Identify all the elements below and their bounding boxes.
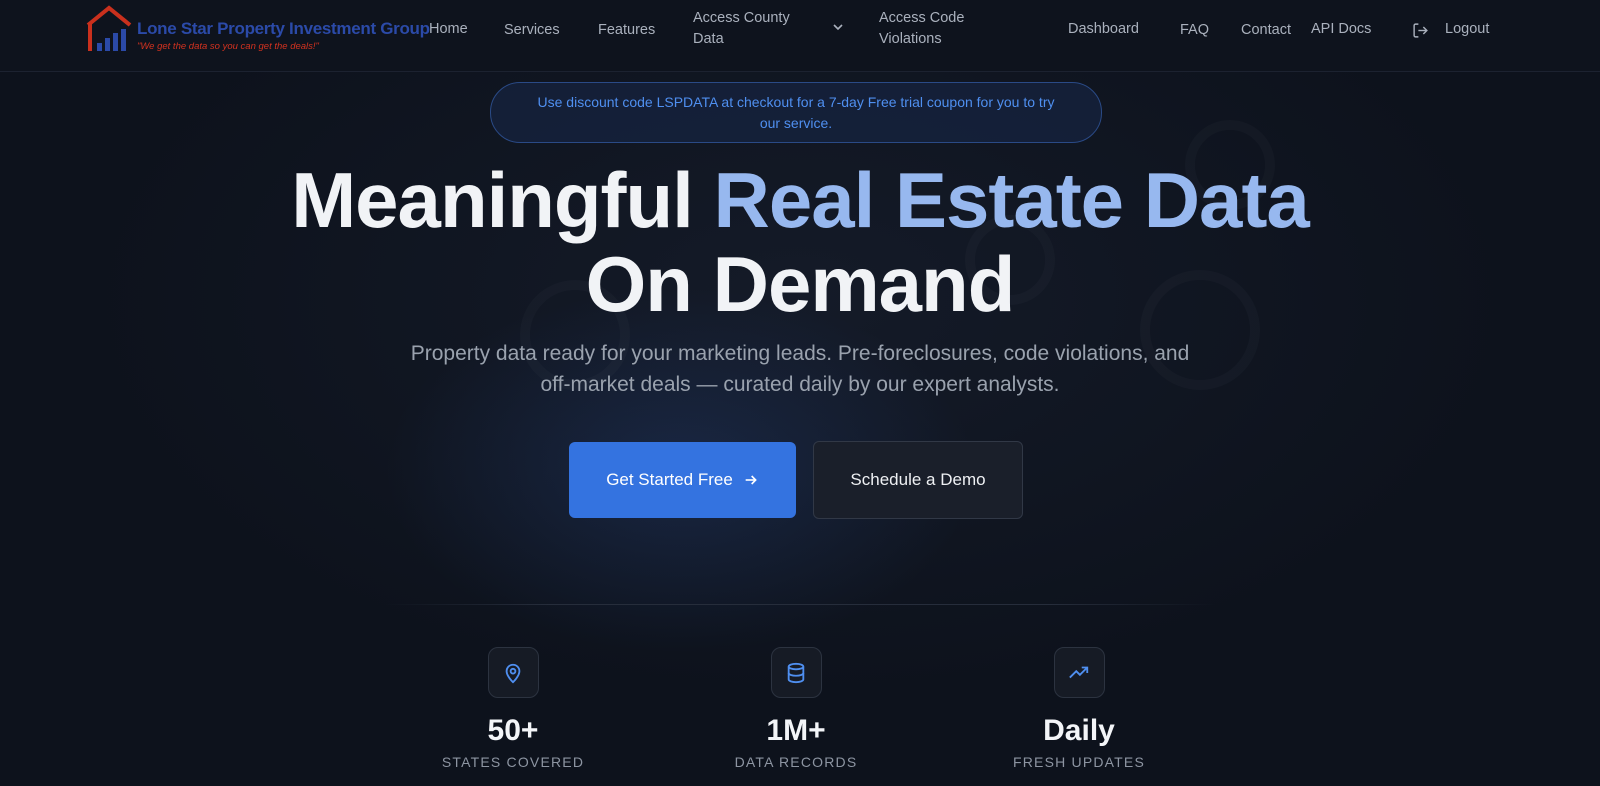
arrow-right-icon bbox=[745, 475, 757, 485]
nav-dashboard[interactable]: Dashboard bbox=[1068, 19, 1139, 40]
stat-records: 1M+ DATA RECORDS bbox=[686, 647, 906, 770]
nav-api-docs[interactable]: API Docs bbox=[1311, 19, 1371, 40]
logout-icon[interactable] bbox=[1412, 22, 1429, 39]
map-pin-icon bbox=[505, 663, 521, 683]
hero-title-part2: On Demand bbox=[585, 240, 1016, 328]
nav-contact[interactable]: Contact bbox=[1241, 20, 1291, 41]
get-started-button[interactable]: Get Started Free bbox=[569, 442, 796, 518]
stat-label: DATA RECORDS bbox=[734, 754, 858, 770]
chevron-down-icon[interactable] bbox=[832, 22, 844, 32]
nav-access-county-data[interactable]: Access County Data bbox=[693, 8, 813, 50]
hero-subtitle: Property data ready for your marketing l… bbox=[410, 342, 1190, 396]
stat-label: STATES COVERED bbox=[441, 754, 585, 770]
nav-home[interactable]: Home bbox=[429, 19, 468, 40]
stat-label: FRESH UPDATES bbox=[1012, 754, 1146, 770]
stat-icon-box bbox=[487, 647, 539, 698]
database-icon bbox=[787, 662, 805, 683]
logo-name: Lone Star Property Investment Group bbox=[137, 19, 430, 38]
stat-icon-box bbox=[1053, 647, 1105, 698]
stat-value: 50+ bbox=[487, 714, 539, 747]
stat-states: 50+ STATES COVERED bbox=[403, 647, 623, 770]
nav-faq[interactable]: FAQ bbox=[1180, 20, 1209, 41]
trending-up-icon bbox=[1069, 666, 1089, 678]
top-navbar: Lone Star Property Investment Group "We … bbox=[0, 0, 1600, 72]
promo-banner: Use discount code LSPDATA at checkout fo… bbox=[490, 82, 1102, 143]
schedule-demo-label: Schedule a Demo bbox=[850, 470, 986, 489]
hero-title-accent: Real Estate Data bbox=[713, 156, 1310, 244]
house-chart-logo-icon bbox=[86, 5, 132, 51]
section-divider bbox=[385, 604, 1215, 605]
stat-updates: Daily FRESH UPDATES bbox=[969, 647, 1189, 770]
stat-icon-box bbox=[770, 647, 822, 698]
schedule-demo-button[interactable]: Schedule a Demo bbox=[813, 441, 1023, 519]
nav-features[interactable]: Features bbox=[598, 20, 655, 41]
brand-logo[interactable]: Lone Star Property Investment Group "We … bbox=[85, 5, 430, 55]
nav-access-code-violations[interactable]: Access Code Violations bbox=[879, 8, 999, 50]
hero-title: Meaningful Real Estate Data On Demand bbox=[0, 158, 1600, 326]
get-started-label: Get Started Free bbox=[606, 470, 733, 489]
nav-services[interactable]: Services bbox=[504, 20, 560, 41]
nav-logout[interactable]: Logout bbox=[1445, 19, 1489, 40]
stat-value: 1M+ bbox=[766, 714, 826, 747]
hero-title-part1: Meaningful bbox=[291, 156, 714, 244]
logo-tagline: "We get the data so you can get the deal… bbox=[137, 41, 319, 52]
stat-value: Daily bbox=[1043, 714, 1115, 747]
